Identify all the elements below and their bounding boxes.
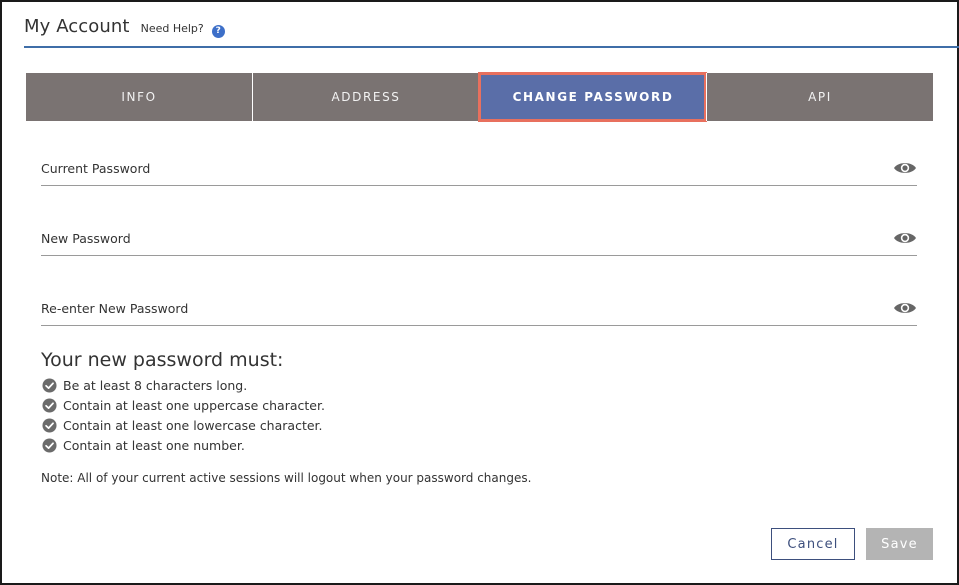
check-circle-icon xyxy=(42,397,57,413)
check-circle-icon xyxy=(42,417,57,433)
new-password-field: New Password xyxy=(41,222,917,256)
header-divider xyxy=(24,46,959,48)
tab-address[interactable]: ADDRESS xyxy=(252,73,479,121)
reenter-password-input[interactable] xyxy=(41,292,881,325)
new-password-input[interactable] xyxy=(41,222,881,255)
list-item: Contain at least one number. xyxy=(42,435,325,455)
tab-bar: INFO ADDRESS CHANGE PASSWORD API xyxy=(26,72,933,122)
tab-api[interactable]: API xyxy=(706,73,933,121)
account-window: My Account Need Help? ? INFO ADDRESS CHA… xyxy=(0,0,959,585)
header: My Account Need Help? ? xyxy=(24,16,225,46)
eye-icon[interactable] xyxy=(893,300,917,316)
check-circle-icon xyxy=(42,437,57,453)
need-help-link[interactable]: Need Help? xyxy=(141,22,204,35)
tab-change-password[interactable]: CHANGE PASSWORD xyxy=(478,72,707,122)
question-circle-icon[interactable]: ? xyxy=(211,25,225,38)
requirement-text: Contain at least one uppercase character… xyxy=(63,397,325,413)
reenter-password-field: Re-enter New Password xyxy=(41,292,917,326)
eye-icon[interactable] xyxy=(893,160,917,176)
requirements-list: Be at least 8 characters long. Contain a… xyxy=(42,375,325,455)
save-button[interactable]: Save xyxy=(866,528,933,560)
tab-info[interactable]: INFO xyxy=(26,73,252,121)
cancel-button[interactable]: Cancel xyxy=(771,528,855,560)
list-item: Contain at least one lowercase character… xyxy=(42,415,325,435)
check-circle-icon xyxy=(42,377,57,393)
requirement-text: Be at least 8 characters long. xyxy=(63,377,248,393)
list-item: Be at least 8 characters long. xyxy=(42,375,325,395)
requirements-title: Your new password must: xyxy=(41,349,284,371)
eye-icon[interactable] xyxy=(893,230,917,246)
current-password-field: Current Password xyxy=(41,152,917,186)
requirement-text: Contain at least one lowercase character… xyxy=(63,417,323,433)
current-password-input[interactable] xyxy=(41,152,881,185)
list-item: Contain at least one uppercase character… xyxy=(42,395,325,415)
page-title: My Account xyxy=(24,16,130,37)
requirement-text: Contain at least one number. xyxy=(63,437,245,453)
session-logout-note: Note: All of your current active session… xyxy=(41,471,532,485)
